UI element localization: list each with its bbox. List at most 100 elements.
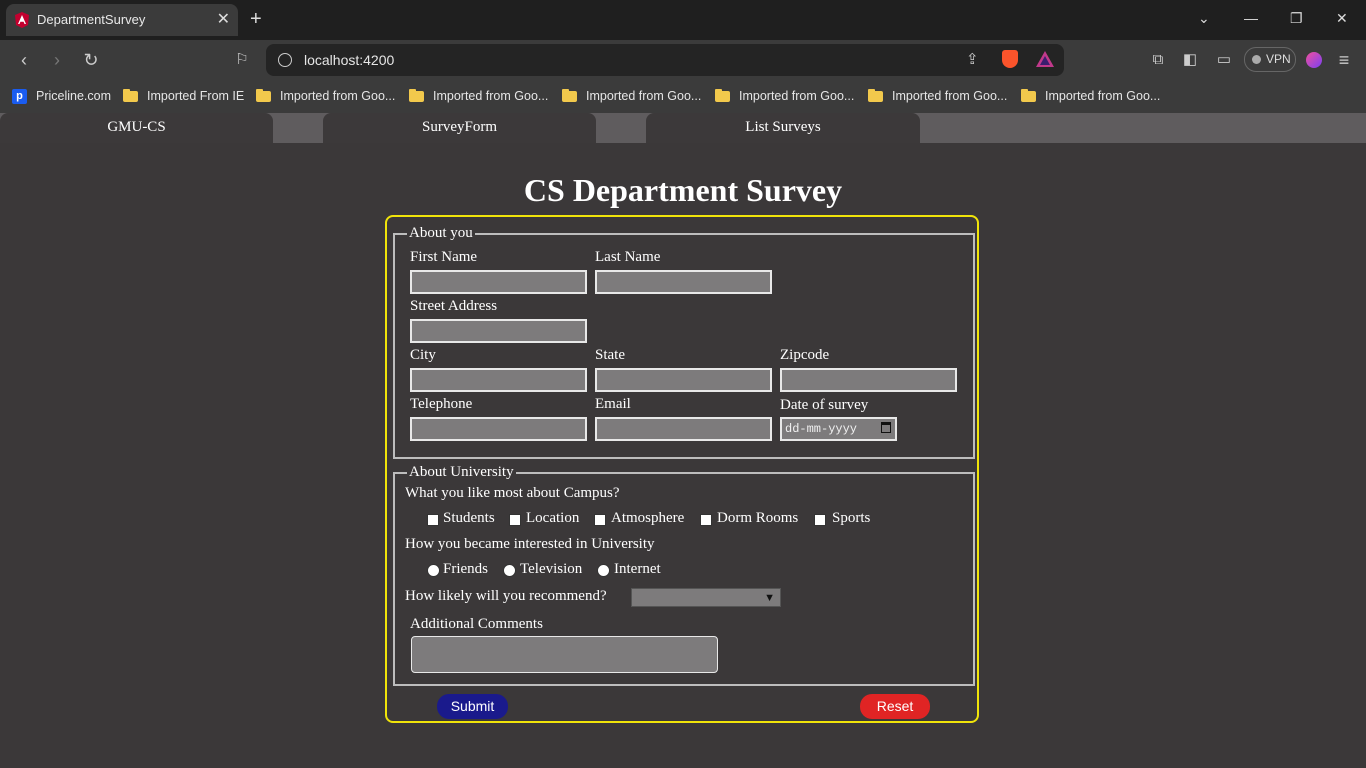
city-label: City [410, 347, 436, 363]
option-internet: Internet [614, 561, 661, 577]
last-name-input[interactable] [595, 270, 772, 294]
date-of-survey-label: Date of survey [780, 397, 869, 413]
priceline-icon: p [12, 88, 27, 104]
bookmark-folder[interactable]: Imported from Goo... [868, 86, 1007, 106]
address-bar[interactable]: localhost:4200 ⇪ [266, 44, 1064, 76]
tab-search-chevron-icon[interactable]: ⌄ [1198, 10, 1210, 27]
sidebar-icon[interactable]: ◧ [1180, 50, 1200, 70]
bookmark-priceline[interactable]: p Priceline.com [12, 86, 111, 106]
option-dorm-rooms: Dorm Rooms [717, 510, 799, 526]
url-text: localhost:4200 [304, 52, 395, 68]
zipcode-input[interactable] [780, 368, 957, 392]
browser-tabstrip: DepartmentSurvey ✕ + ⌄ — ❐ ✕ [0, 0, 1366, 40]
bookmark-folder[interactable]: Imported from Goo... [256, 86, 395, 106]
recommend-select[interactable]: ▼ [631, 588, 781, 607]
wallet-icon[interactable]: ▭ [1214, 50, 1234, 70]
bookmark-label: Imported from Goo... [586, 89, 702, 103]
comments-textarea[interactable] [411, 636, 718, 673]
bookmark-label: Imported from Goo... [739, 89, 855, 103]
nav-gmu-cs[interactable]: GMU-CS [0, 113, 273, 143]
folder-icon [123, 88, 138, 102]
bookmark-folder[interactable]: Imported from Goo... [562, 86, 701, 106]
bookmark-folder[interactable]: Imported from Goo... [409, 86, 548, 106]
folder-icon [256, 88, 271, 102]
state-label: State [595, 347, 625, 363]
angular-logo-icon [15, 12, 29, 28]
email-input[interactable] [595, 417, 772, 441]
app-nav: GMU-CS SurveyForm List Surveys [0, 113, 1366, 143]
share-icon[interactable]: ⇪ [966, 50, 979, 68]
reset-button[interactable]: Reset [860, 694, 930, 719]
folder-icon [1021, 88, 1036, 102]
rewards-icon[interactable] [1036, 51, 1054, 67]
nav-survey-form[interactable]: SurveyForm [323, 113, 596, 143]
date-of-survey-input[interactable]: dd-mm-yyyy [780, 417, 897, 441]
checkbox-dorm-rooms[interactable] [700, 514, 712, 526]
telephone-input[interactable] [410, 417, 587, 441]
checkbox-sports[interactable] [814, 514, 826, 526]
date-placeholder: dd-mm-yyyy [785, 422, 858, 436]
about-you-legend: About you [409, 225, 473, 241]
city-input[interactable] [410, 368, 587, 392]
bookmark-folder[interactable]: Imported From IE [123, 86, 244, 106]
option-sports: Sports [832, 510, 871, 526]
folder-icon [409, 88, 424, 102]
info-icon[interactable] [278, 53, 292, 67]
browser-tab[interactable]: DepartmentSurvey ✕ [6, 4, 238, 36]
extensions-icon[interactable]: ⧉ [1148, 50, 1168, 70]
bookmark-folder[interactable]: Imported from Goo... [715, 86, 854, 106]
chevron-down-icon: ▼ [764, 592, 775, 604]
profile-avatar[interactable] [1306, 52, 1322, 68]
first-name-input[interactable] [410, 270, 587, 294]
option-students: Students [443, 510, 495, 526]
bookmark-icon[interactable]: ⚐ [232, 50, 252, 70]
close-icon[interactable]: ✕ [217, 9, 230, 29]
first-name-label: First Name [410, 249, 478, 265]
street-address-label: Street Address [410, 298, 498, 314]
restore-icon[interactable]: ❐ [1290, 10, 1303, 27]
bookmark-label: Imported From IE [147, 89, 245, 103]
calendar-icon[interactable] [881, 422, 891, 433]
about-university-legend: About University [409, 464, 514, 480]
option-television: Television [520, 561, 583, 577]
forward-icon[interactable]: › [47, 50, 67, 70]
bookmark-folder[interactable]: Imported from Goo... [1021, 86, 1160, 106]
campus-question: What you like most about Campus? [405, 485, 620, 501]
browser-toolbar: ‹ › ↻ ⚐ localhost:4200 ⇪ ⧉ ◧ ▭ VPN ≡ [0, 40, 1366, 80]
brave-icon[interactable] [1002, 50, 1018, 68]
tab-title: DepartmentSurvey [37, 12, 146, 27]
radio-television[interactable] [503, 564, 516, 577]
option-atmosphere: Atmosphere [611, 510, 685, 526]
survey-form: About you First Name Last Name Street Ad… [385, 215, 979, 723]
option-location: Location [526, 510, 580, 526]
bookmark-label: Imported from Goo... [280, 89, 396, 103]
back-icon[interactable]: ‹ [14, 50, 34, 70]
submit-button[interactable]: Submit [437, 694, 508, 719]
checkbox-students[interactable] [427, 514, 439, 526]
checkbox-location[interactable] [509, 514, 521, 526]
folder-icon [868, 88, 883, 102]
state-input[interactable] [595, 368, 772, 392]
street-address-input[interactable] [410, 319, 587, 343]
nav-list-surveys[interactable]: List Surveys [646, 113, 920, 143]
bookmark-label: Imported from Goo... [892, 89, 1008, 103]
last-name-label: Last Name [595, 249, 661, 265]
bookmark-label: Priceline.com [36, 89, 112, 103]
plus-icon[interactable]: + [250, 8, 262, 30]
minimize-icon[interactable]: — [1244, 10, 1258, 26]
window-close-icon[interactable]: ✕ [1336, 10, 1348, 27]
checkbox-atmosphere[interactable] [594, 514, 606, 526]
radio-friends[interactable] [427, 564, 440, 577]
menu-icon[interactable]: ≡ [1334, 50, 1354, 70]
vpn-button[interactable]: VPN [1244, 47, 1296, 72]
radio-internet[interactable] [597, 564, 610, 577]
option-friends: Friends [443, 561, 488, 577]
zipcode-label: Zipcode [780, 347, 830, 363]
comments-label: Additional Comments [410, 616, 543, 632]
interest-question: How you became interested in University [405, 536, 655, 552]
reload-icon[interactable]: ↻ [81, 50, 101, 70]
email-label: Email [595, 396, 631, 412]
vpn-status-icon [1252, 55, 1261, 64]
vpn-label: VPN [1266, 52, 1291, 66]
folder-icon [715, 88, 730, 102]
